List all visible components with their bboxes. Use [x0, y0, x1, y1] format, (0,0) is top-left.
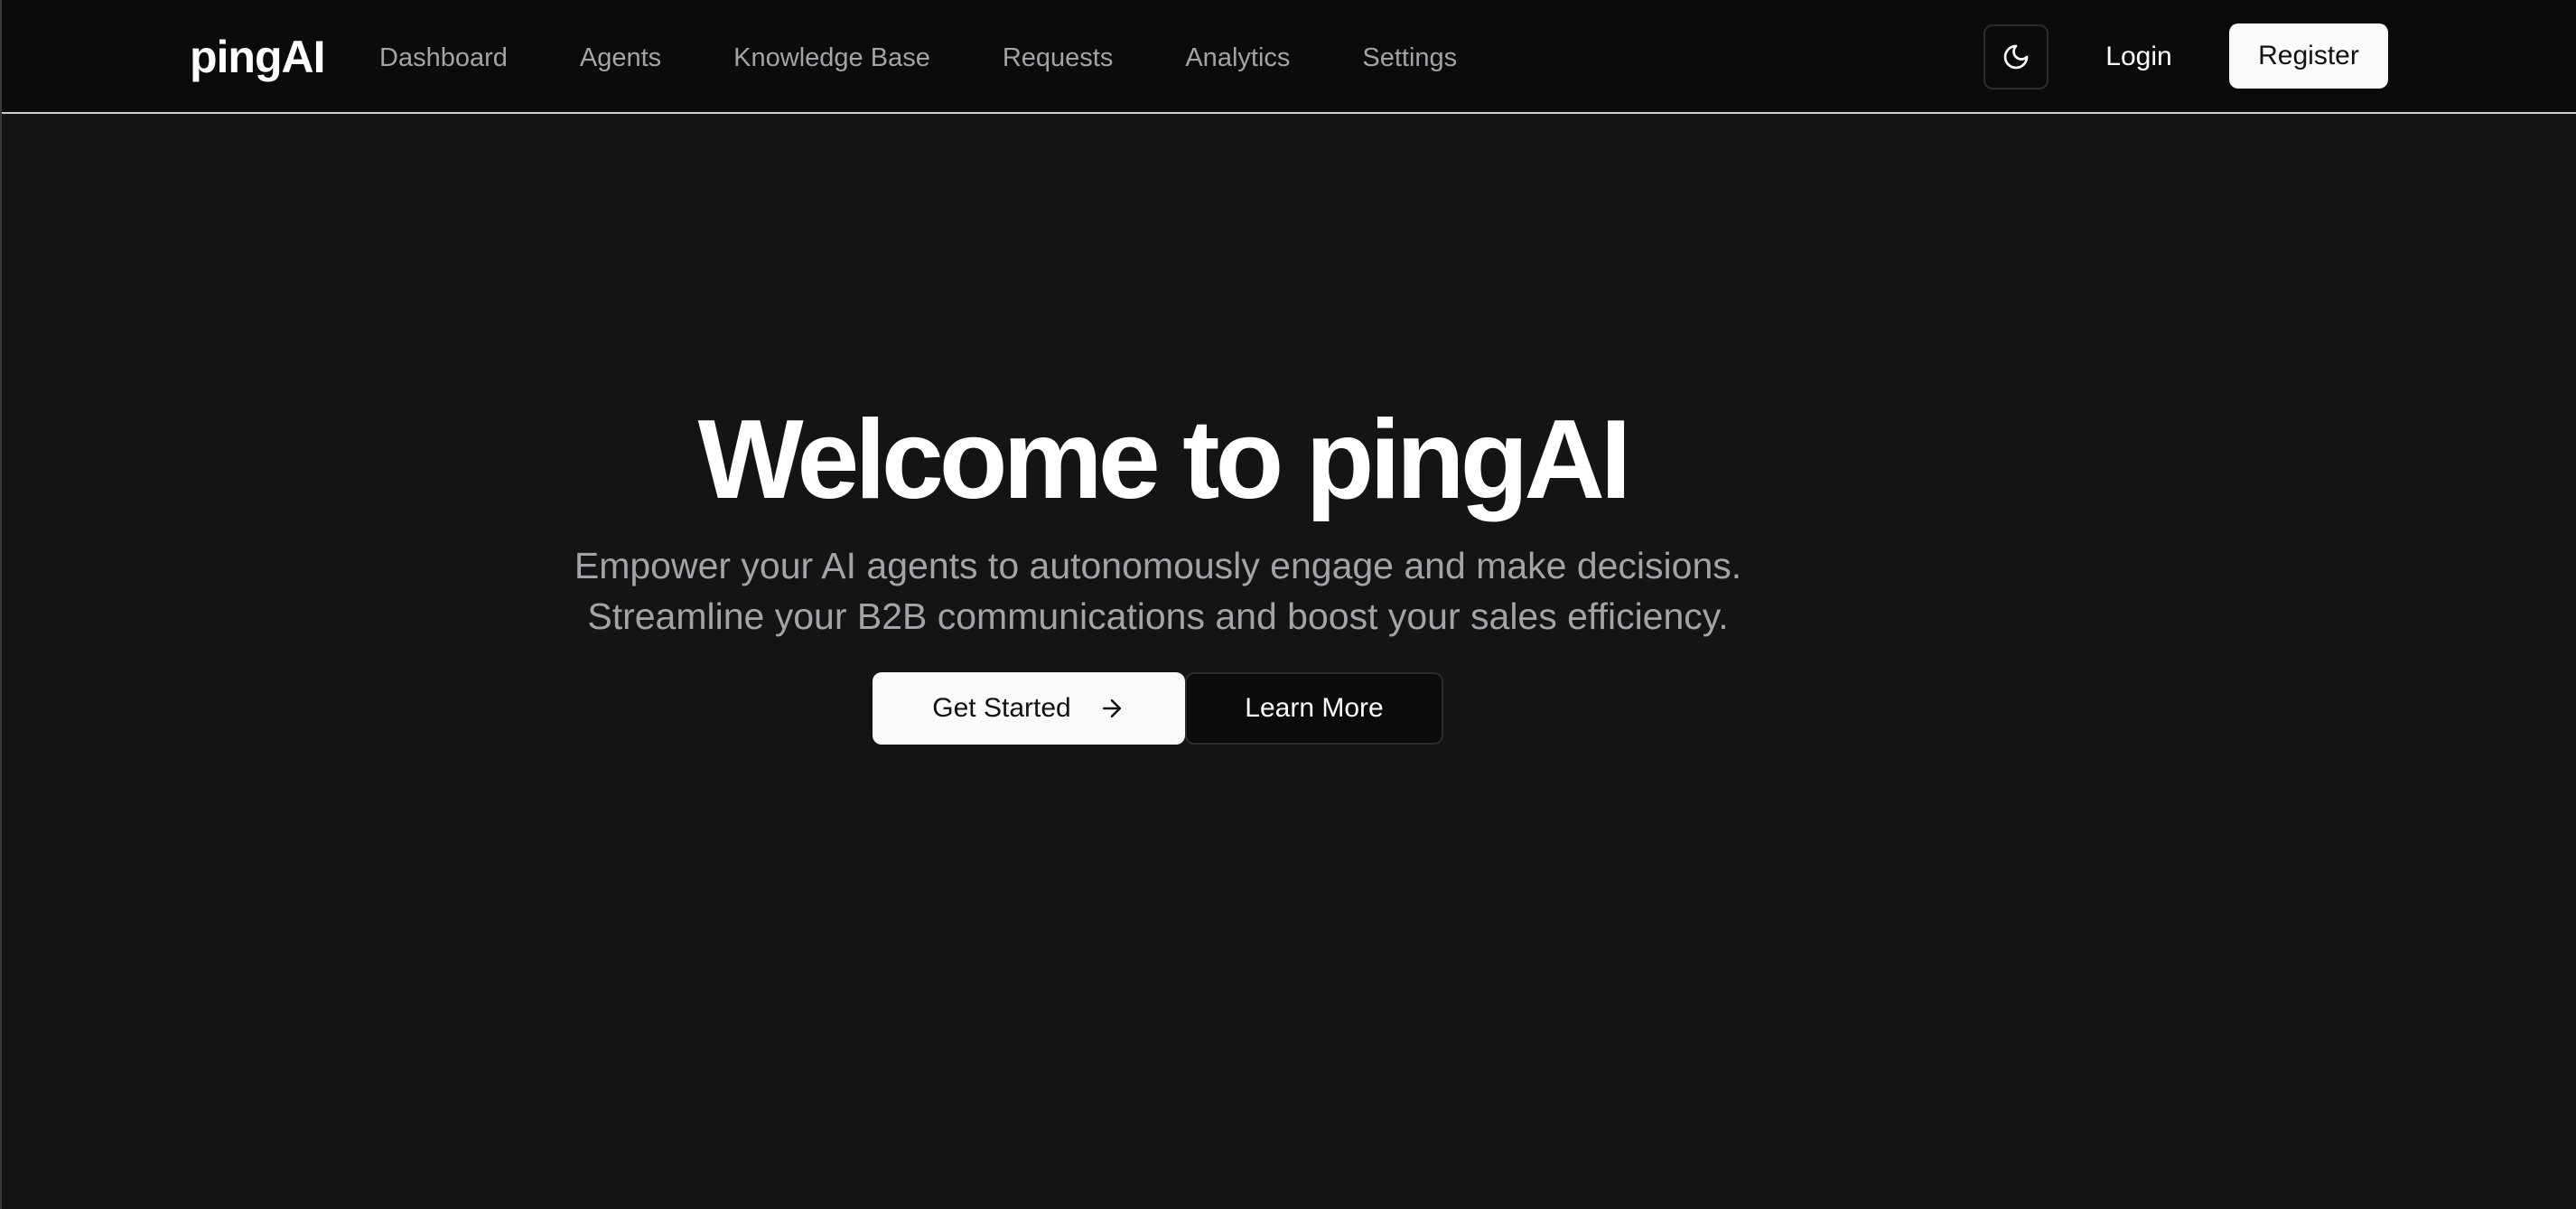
get-started-button[interactable]: Get Started — [873, 672, 1185, 745]
brand-logo[interactable]: pingAI — [190, 27, 326, 87]
nav-item-knowledge-base[interactable]: Knowledge Base — [733, 34, 930, 81]
register-button[interactable]: Register — [2229, 23, 2388, 89]
learn-more-button[interactable]: Learn More — [1185, 672, 1443, 745]
main-nav: Dashboard Agents Knowledge Base Requests… — [379, 34, 1457, 81]
arrow-right-icon — [1102, 699, 1121, 717]
nav-item-requests[interactable]: Requests — [1003, 34, 1114, 81]
hero-title: Welcome to pingAI — [697, 398, 1632, 522]
login-button[interactable]: Login — [2079, 24, 2198, 89]
hero-subtitle-line-2: Streamline your B2B communications and b… — [587, 595, 1729, 637]
get-started-label: Get Started — [932, 693, 1071, 723]
nav-item-dashboard[interactable]: Dashboard — [379, 34, 508, 81]
page: pingAI Dashboard Agents Knowledge Base R… — [0, 0, 2576, 1209]
nav-item-settings[interactable]: Settings — [1362, 34, 1457, 81]
hero-subtitle: Empower your AI agents to autonomously e… — [2, 540, 2314, 642]
theme-toggle-button[interactable] — [1983, 24, 2049, 89]
nav-item-agents[interactable]: Agents — [580, 34, 661, 81]
moon-icon — [2003, 44, 2029, 70]
hero-subtitle-line-1: Empower your AI agents to autonomously e… — [574, 545, 1742, 586]
nav-item-analytics[interactable]: Analytics — [1185, 34, 1290, 81]
top-navbar: pingAI Dashboard Agents Knowledge Base R… — [2, 0, 2576, 114]
